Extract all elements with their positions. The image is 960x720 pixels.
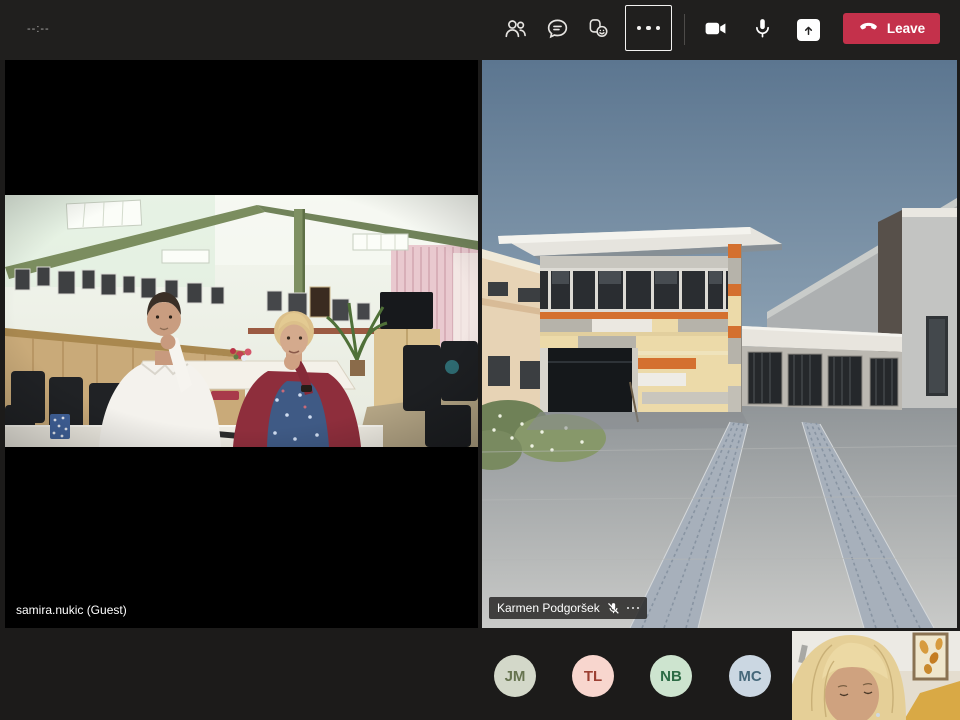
reactions-button[interactable] — [578, 8, 618, 48]
camera-icon — [703, 16, 728, 41]
reactions-icon — [586, 16, 611, 41]
avatar-initials: NB — [660, 668, 682, 685]
participants-strip: JM TL NB MC — [0, 628, 960, 720]
remote-video-classroom-scene — [5, 195, 478, 447]
call-timer: --:-- — [27, 23, 50, 35]
shared-building-render — [482, 60, 957, 628]
participant-avatar[interactable]: TL — [572, 655, 614, 697]
avatar-initials: JM — [505, 668, 526, 685]
self-view-video[interactable] — [792, 631, 960, 720]
mic-off-icon — [607, 602, 620, 615]
chat-icon — [545, 16, 570, 41]
participant-avatar[interactable]: NB — [650, 655, 692, 697]
call-topbar: --:-- — [0, 0, 960, 60]
leave-button[interactable]: Leave — [843, 13, 940, 44]
chat-button[interactable] — [537, 8, 577, 48]
people-icon — [503, 16, 528, 41]
participant-name-chip: Karmen Podgoršek — [489, 597, 647, 619]
ellipsis-icon — [637, 26, 642, 31]
participant-avatar[interactable]: JM — [494, 655, 536, 697]
self-view-scene — [792, 631, 960, 720]
video-tile-remote[interactable]: samira.nukic (Guest) — [5, 60, 478, 628]
avatar-initials: TL — [584, 668, 602, 685]
video-tile-share[interactable]: Karmen Podgoršek — [482, 60, 957, 628]
camera-toggle-button[interactable] — [695, 8, 735, 48]
avatar-initials: MC — [738, 668, 761, 685]
mic-toggle-button[interactable] — [742, 8, 782, 48]
share-icon — [801, 23, 816, 38]
mic-icon — [750, 16, 775, 41]
share-button[interactable] — [797, 19, 820, 41]
ellipsis-icon — [627, 607, 629, 609]
participant-avatar[interactable]: MC — [729, 655, 771, 697]
teams-call-window: --:-- — [0, 0, 960, 720]
participants-button[interactable] — [495, 8, 535, 48]
toolbar-divider — [684, 14, 685, 45]
phone-hangup-icon — [858, 18, 879, 39]
remote-participant-name: samira.nukic (Guest) — [16, 603, 127, 617]
share-participant-name: Karmen Podgoršek — [497, 601, 600, 615]
more-actions-button[interactable] — [625, 5, 672, 51]
leave-button-label: Leave — [887, 21, 925, 36]
tile-more-options-button[interactable] — [627, 607, 639, 609]
